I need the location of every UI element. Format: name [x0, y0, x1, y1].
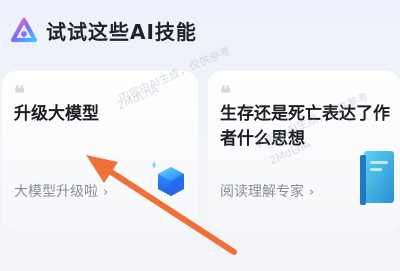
- skill-card-reading-comprehension[interactable]: ❝ 生存还是死亡表达了作者什么思想 阅读理解专家 ›: [208, 71, 400, 231]
- card-prompt: 生存还是死亡表达了作者什么思想: [220, 104, 390, 149]
- card-skill-label: 阅读理解专家: [220, 184, 304, 200]
- cube-icon: [152, 161, 184, 196]
- book-icon: [360, 151, 394, 205]
- chevron-right-icon: ›: [309, 185, 315, 200]
- chevron-right-icon: ›: [103, 185, 109, 200]
- skill-card-upgrade-model[interactable]: ❝ 升级大模型 大模型升级啦 ›: [2, 71, 198, 231]
- card-skill-link[interactable]: 大模型升级啦 ›: [14, 181, 108, 201]
- card-prompt: 升级大模型: [14, 104, 99, 124]
- skills-header: 试试这些AI技能: [0, 0, 400, 62]
- card-skill-link[interactable]: 阅读理解专家 ›: [220, 181, 314, 201]
- card-skill-label: 大模型升级啦: [14, 184, 98, 200]
- quote-icon: ❝: [14, 81, 25, 105]
- quote-icon: ❝: [220, 81, 231, 105]
- page-title: 试试这些AI技能: [46, 20, 197, 44]
- ai-assistant-logo-icon: [10, 17, 38, 43]
